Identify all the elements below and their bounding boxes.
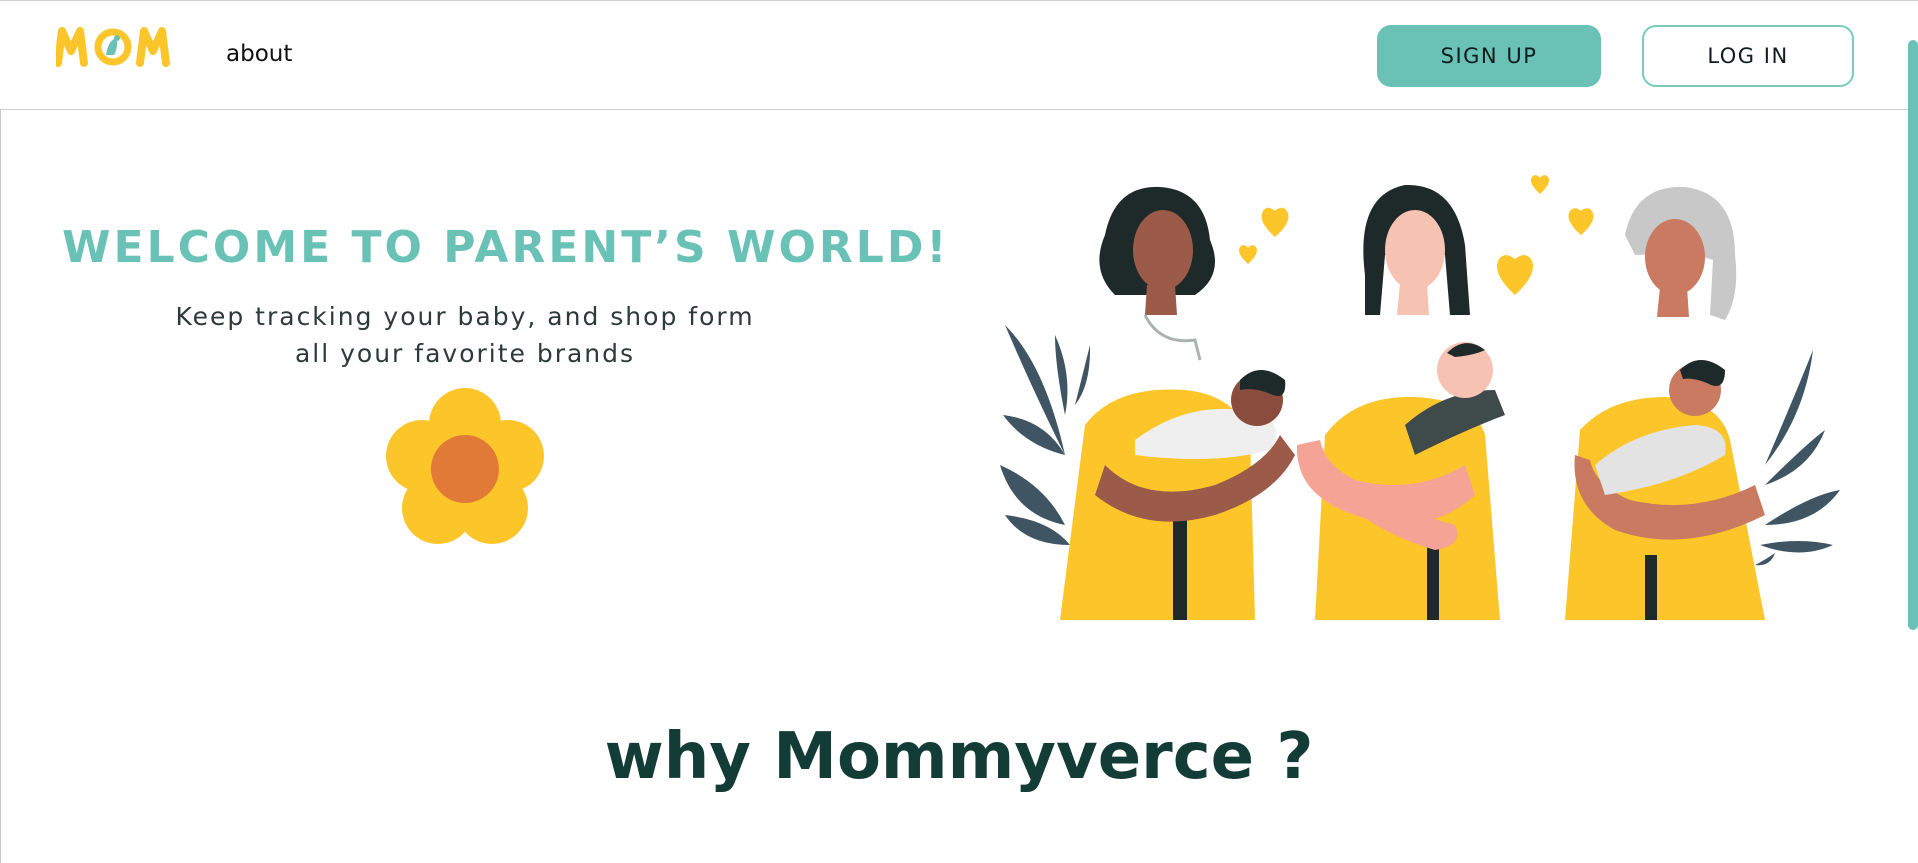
flower-icon — [386, 388, 544, 544]
mom-logo[interactable] — [56, 25, 170, 67]
signup-button[interactable]: SIGN UP — [1377, 25, 1601, 87]
hero-subtitle-line-1: Keep tracking your baby, and shop form — [175, 302, 755, 331]
nav-link-about[interactable]: about — [226, 41, 292, 67]
nurse-right-icon — [1565, 186, 1765, 620]
section-title-why: why Mommyverce ? — [604, 720, 1314, 794]
scrollbar-thumb[interactable] — [1908, 40, 1918, 630]
hero-subtitle: Keep tracking your baby, and shop form a… — [140, 298, 790, 372]
top-navigation-bar: about SIGN UP LOG IN — [0, 0, 1918, 110]
hero-subtitle-line-2: all your favorite brands — [294, 339, 636, 368]
leaves-right-icon — [1755, 350, 1840, 566]
nurse-left-icon — [1060, 186, 1295, 620]
nurse-center-icon — [1296, 184, 1505, 620]
nurses-holding-babies-illustration — [1000, 175, 1840, 620]
hero-title: WELCOME TO PARENT’S WORLD! — [62, 222, 950, 273]
login-button[interactable]: LOG IN — [1642, 25, 1854, 87]
